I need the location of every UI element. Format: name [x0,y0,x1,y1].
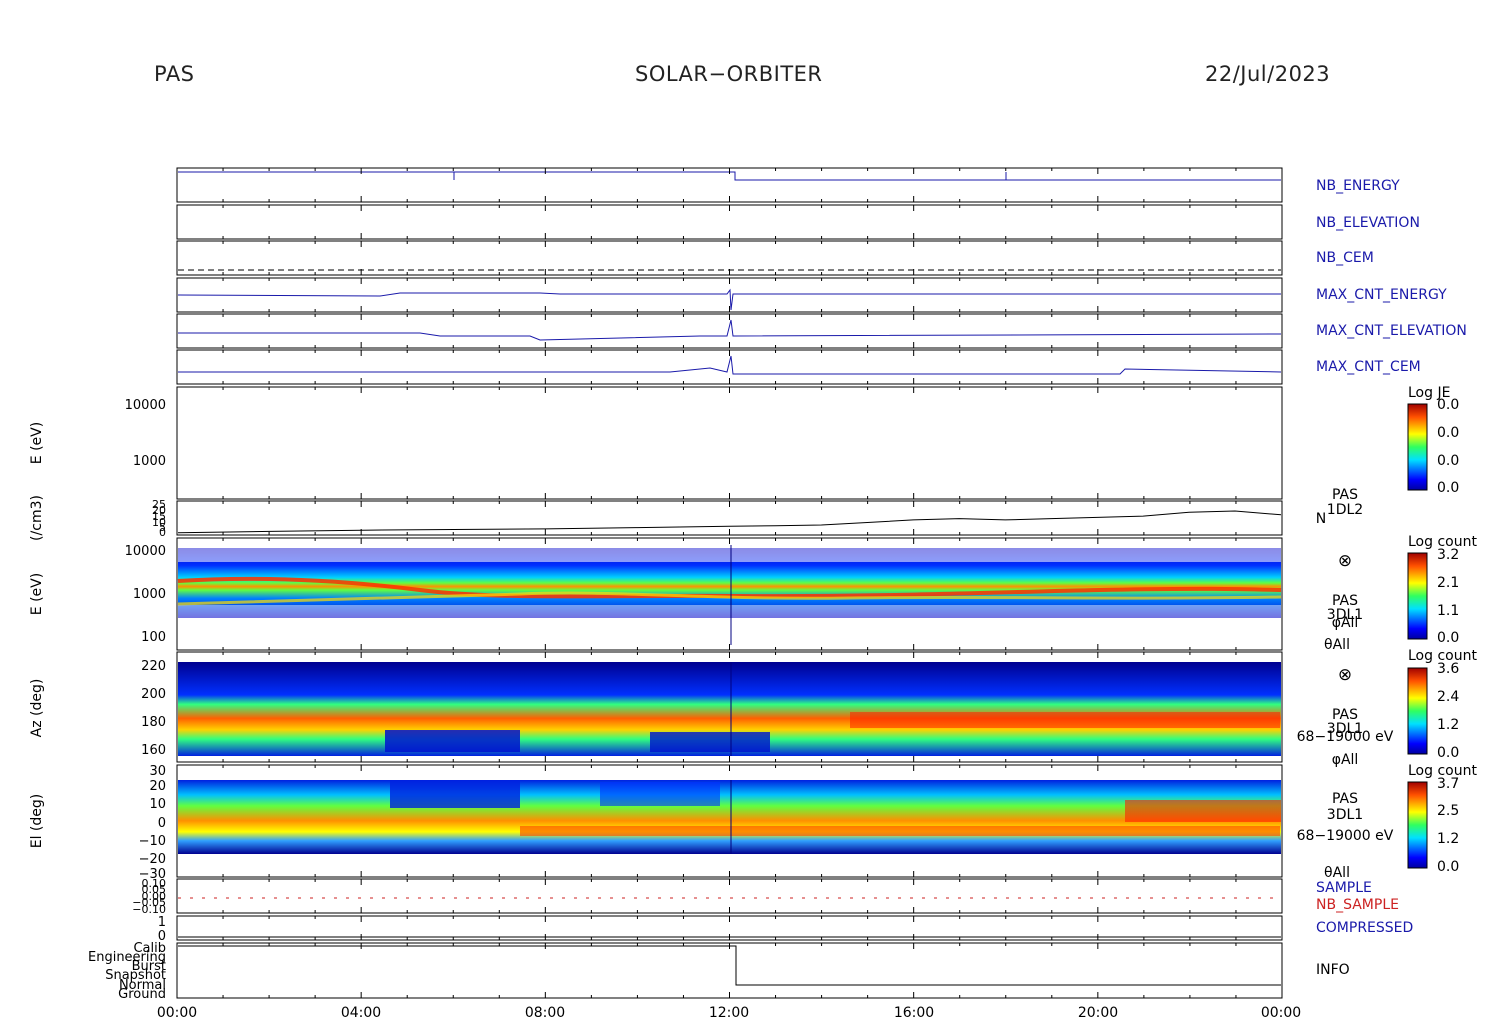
colorbars [1407,403,1428,869]
spec4-ytick-m10: −10 [139,834,166,849]
spec4-label-pas: PAS [1332,791,1358,807]
spec2-ylabel: E (eV) [29,573,45,615]
density-label-1dl2: 1DL2 [1327,502,1363,518]
spec3-ylabel: Az (deg) [29,679,45,738]
spec2-ytick-100: 100 [141,630,166,645]
compressed-ytick-1: 1 [158,915,166,930]
spec3-ytick-200: 200 [141,687,166,702]
spec4-label-range: 68−19000 eV [1297,828,1394,844]
spec4-label-3dl1: 3DL1 [1327,807,1363,823]
panel-energy-spectrogram-je [176,386,1283,500]
cbar3-tick-1: 2.4 [1437,689,1459,705]
cbar2-tick-1: 2.1 [1437,575,1459,591]
label-sample: SAMPLE [1316,880,1372,896]
spec2-label-symbol: ⊗ [1338,551,1352,571]
cbar1-tick-0: 0.0 [1437,397,1459,413]
spec3-label-range: 68−19000 eV [1297,729,1394,745]
colorbar-je [1407,403,1428,491]
spectrogram-azimuth [178,662,1281,756]
info-ytick-ground: Ground [118,987,166,1002]
label-nb-energy: NB_ENERGY [1316,178,1400,194]
density-ylabel: (/cm3) [29,495,45,541]
max-cnt-cem-trace [178,355,1282,375]
spec2-ytick-1000: 1000 [133,587,166,602]
x-tick-label-2: 08:00 [525,1005,565,1020]
spec2-ytick-10000: 10000 [125,544,166,559]
label-nb-cem: NB_CEM [1316,250,1374,266]
cbar4-tick-0: 3.7 [1437,776,1459,792]
x-tick-label-4: 16:00 [894,1005,934,1020]
cbar2-tick-3: 0.0 [1437,630,1459,646]
colorbar-count-azimuth [1407,667,1428,755]
cbar2-tick-2: 1.1 [1437,603,1459,619]
spec4-ylabel: El (deg) [29,794,45,849]
cbar3-tick-2: 1.2 [1437,717,1459,733]
spec4-ytick-20: 20 [149,779,166,794]
colorbar-count-energy [1407,552,1428,640]
spectrogram-energy-counts [177,545,1282,645]
colorbar-count-elevation [1407,781,1428,869]
info-trace [178,945,1281,986]
x-tick-label-6: 00:00 [1261,1005,1301,1020]
x-tick-label-0: 00:00 [157,1005,197,1020]
cbar4-tick-1: 2.5 [1437,803,1459,819]
x-tick-label-3: 12:00 [709,1005,749,1020]
spectrogram-elevation [178,780,1281,854]
label-max-cnt-cem: MAX_CNT_CEM [1316,359,1421,375]
cbar3-tick-3: 0.0 [1437,745,1459,761]
panel-info [176,942,1283,999]
plot-canvas: 00:00 04:00 08:00 12:00 16:00 20:00 00:0… [29,167,1477,1020]
density-label-pas: PAS [1332,487,1358,503]
label-max-cnt-elevation: MAX_CNT_ELEVATION [1316,323,1467,339]
spec4-ytick-10: 10 [149,797,166,812]
spec1-ytick-10000: 10000 [125,398,166,413]
x-tick-label-1: 04:00 [341,1005,381,1020]
spec3-label-phi: φAll [1332,752,1359,768]
max-cnt-elevation-trace [178,319,1282,341]
spec4-label-theta: θAll [1324,865,1350,881]
label-nb-elevation: NB_ELEVATION [1316,215,1420,231]
label-compressed: COMPRESSED [1316,920,1413,936]
density-ytick-0: 0 [159,526,166,539]
spec3-ytick-180: 180 [141,715,166,730]
cbar4-tick-2: 1.2 [1437,831,1459,847]
cbar3-tick-0: 3.6 [1437,661,1459,677]
cbar2-tick-0: 3.2 [1437,547,1459,563]
spec3-label-symbol: ⊗ [1338,665,1352,685]
spec3-ytick-160: 160 [141,743,166,758]
cbar1-tick-1: 0.0 [1437,425,1459,441]
label-info: INFO [1316,962,1350,978]
cbar1-tick-2: 0.0 [1437,453,1459,469]
spec2-label-phi: φAll [1332,615,1359,631]
spec3-ytick-220: 220 [141,659,166,674]
spec1-ylabel: E (eV) [29,422,45,464]
cbar4-tick-3: 0.0 [1437,859,1459,875]
x-tick-label-5: 20:00 [1078,1005,1118,1020]
spec4-ytick-0: 0 [158,816,166,831]
cbar1-tick-3: 0.0 [1437,480,1459,496]
spec4-ytick-m20: −20 [139,852,166,867]
label-max-cnt-energy: MAX_CNT_ENERGY [1316,287,1447,303]
spec2-label-theta: θAll [1324,637,1350,653]
spec4-ytick-30: 30 [149,764,166,779]
spec1-ytick-1000: 1000 [133,454,166,469]
label-nb-sample: NB_SAMPLE [1316,897,1399,913]
density-label-n: N [1316,511,1326,527]
